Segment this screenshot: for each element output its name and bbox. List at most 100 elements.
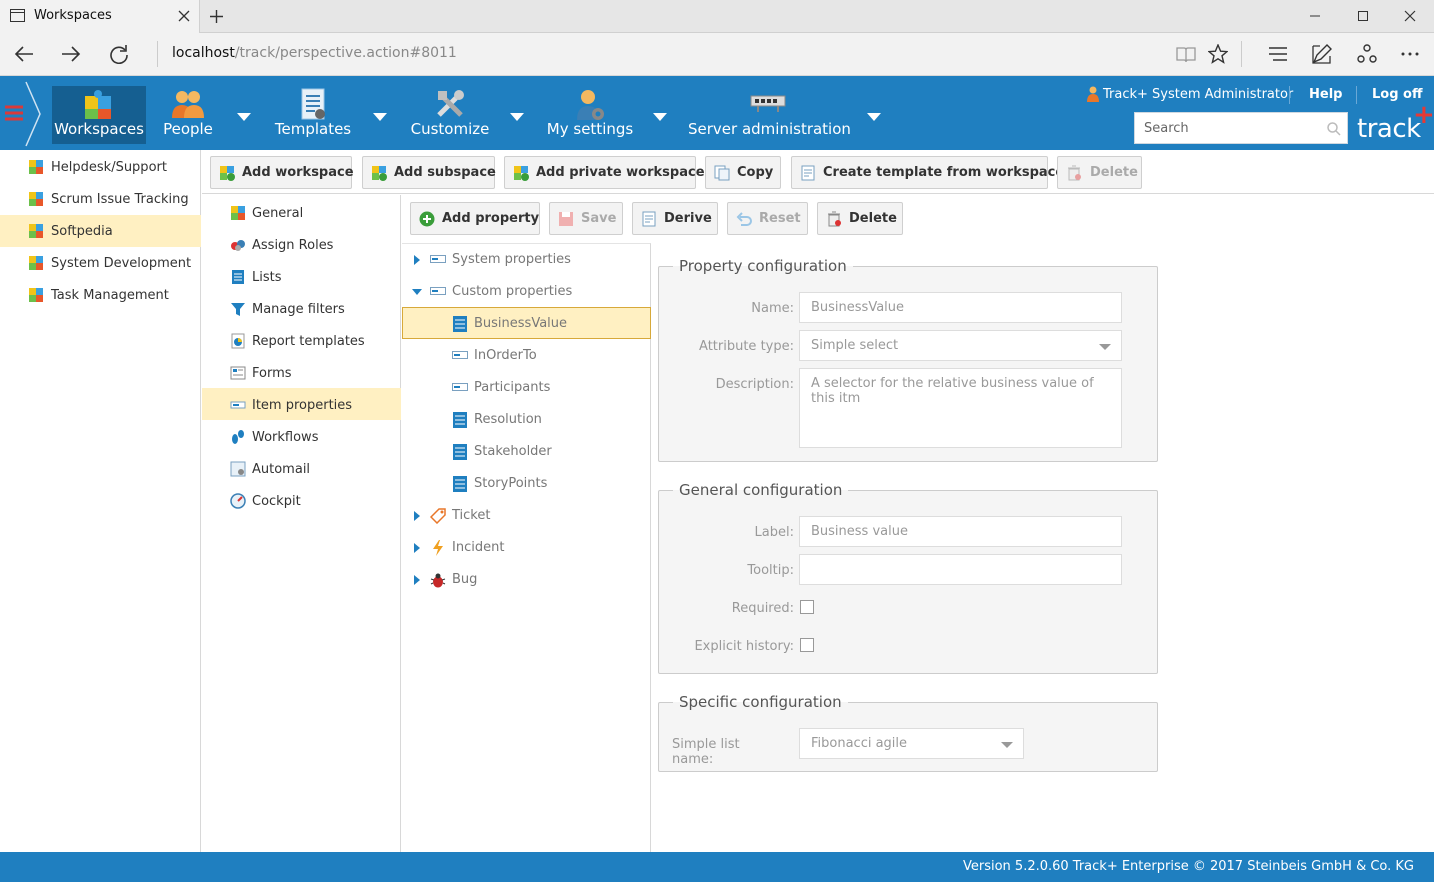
menu-workflows[interactable]: Workflows [202, 420, 401, 452]
nav-server-administration[interactable]: Server administration [688, 86, 851, 144]
nav-customize[interactable]: Customize [406, 86, 494, 144]
server-admin-dropdown-caret[interactable] [867, 113, 881, 121]
tree-node-stakeholder[interactable]: Stakeholder [402, 436, 651, 468]
help-link[interactable]: Help [1309, 87, 1342, 102]
url-host: localhost [172, 45, 235, 61]
properties-icon [430, 255, 446, 263]
tree-node-businessvalue[interactable]: BusinessValue [402, 308, 651, 340]
tree-node-bug[interactable]: Bug [402, 564, 651, 596]
web-note-icon[interactable] [1312, 44, 1332, 64]
add-property-button[interactable]: Add property [410, 202, 540, 235]
delete-workspace-button[interactable]: Delete [1057, 156, 1142, 189]
menu-cockpit[interactable]: Cockpit [202, 484, 401, 516]
nav-people[interactable]: People [158, 86, 218, 144]
label-field[interactable]: Business value [799, 516, 1122, 547]
chevron-down-icon[interactable] [1001, 742, 1013, 748]
menu-report-templates[interactable]: Report templates [202, 324, 401, 356]
template-icon [801, 165, 815, 181]
tree-node-incident[interactable]: Incident [402, 532, 651, 564]
reset-button[interactable]: Reset [727, 202, 808, 235]
copy-button[interactable]: Copy [705, 156, 781, 189]
workspace-item-selected[interactable]: Softpedia [0, 215, 201, 247]
my-settings-dropdown-caret[interactable] [653, 113, 667, 121]
current-user[interactable]: Track+ System Administrator [1103, 87, 1293, 102]
menu-label: Item properties [252, 398, 353, 413]
tree-node-system-properties[interactable]: System properties [402, 244, 651, 276]
address-bar[interactable]: localhost/track/perspective.action#8011 [172, 45, 457, 61]
collapse-arrow-icon[interactable] [412, 289, 422, 295]
configuration-menu: General Assign Roles Lists Manage filter… [202, 195, 401, 852]
browser-tab[interactable]: Workspaces [0, 0, 200, 33]
workspace-item[interactable]: Helpdesk/Support [0, 151, 201, 183]
workspace-item[interactable]: System Development [0, 247, 201, 279]
menu-label: Assign Roles [252, 238, 334, 253]
create-template-button[interactable]: Create template from workspace [791, 156, 1064, 189]
workspace-item[interactable]: Task Management [0, 279, 201, 311]
expand-arrow-icon[interactable] [414, 511, 420, 521]
tree-node-ticket[interactable]: Ticket [402, 500, 651, 532]
templates-dropdown-caret[interactable] [373, 113, 387, 121]
description-field[interactable]: A selector for the relative business val… [799, 368, 1122, 448]
minimize-icon[interactable] [1309, 10, 1321, 22]
menu-lists[interactable]: Lists [202, 260, 401, 292]
nav-templates[interactable]: Templates [270, 86, 356, 144]
tooltip-field[interactable] [799, 554, 1122, 585]
back-icon[interactable] [14, 45, 34, 63]
tree-node-participants[interactable]: Participants [402, 372, 651, 404]
search-box[interactable] [1134, 112, 1348, 144]
search-icon[interactable] [1327, 122, 1341, 136]
menu-forms[interactable]: Forms [202, 356, 401, 388]
workspace-item[interactable]: Scrum Issue Tracking [0, 183, 201, 215]
menu-label: General [252, 206, 304, 221]
simple-list-select[interactable]: Fibonacci agile [799, 728, 1024, 759]
workspace-toolbar: Add workspace Add subspace Add private w… [202, 150, 1434, 194]
more-icon[interactable] [1401, 52, 1419, 56]
tree-node-inorderto[interactable]: InOrderTo [402, 340, 651, 372]
menu-assign-roles[interactable]: Assign Roles [202, 228, 401, 260]
nav-workspaces[interactable]: Workspaces [52, 86, 146, 144]
add-subspace-button[interactable]: Add subspace [362, 156, 496, 189]
refresh-icon[interactable] [109, 44, 129, 64]
expand-arrow-icon[interactable] [414, 255, 420, 265]
nav-my-settings[interactable]: My settings [545, 86, 635, 144]
new-tab-icon[interactable] [209, 9, 224, 24]
delete-property-button[interactable]: Delete [817, 202, 903, 235]
menu-automail[interactable]: Automail [202, 452, 401, 484]
favorite-icon[interactable] [1208, 44, 1228, 64]
customize-dropdown-caret[interactable] [510, 113, 524, 121]
people-dropdown-caret[interactable] [237, 113, 251, 121]
save-button[interactable]: Save [549, 202, 623, 235]
attribute-type-select[interactable]: Simple select [799, 330, 1122, 361]
tree-node-storypoints[interactable]: StoryPoints [402, 468, 651, 500]
derive-button[interactable]: Derive [632, 202, 718, 235]
name-field[interactable]: BusinessValue [799, 292, 1122, 323]
add-private-workspace-button[interactable]: Add private workspace [504, 156, 705, 189]
add-workspace-button[interactable]: Add workspace [210, 156, 354, 189]
menu-manage-filters[interactable]: Manage filters [202, 292, 401, 324]
expand-arrow-icon[interactable] [414, 543, 420, 553]
chevron-down-icon[interactable] [1099, 344, 1111, 350]
tree-node-resolution[interactable]: Resolution [402, 404, 651, 436]
workflow-icon [232, 430, 244, 444]
close-tab-icon[interactable] [178, 10, 190, 22]
workspace-label: Task Management [51, 288, 169, 303]
list-icon [453, 412, 467, 428]
forward-icon[interactable] [61, 45, 81, 63]
required-checkbox[interactable] [800, 600, 814, 614]
share-icon[interactable] [1357, 44, 1377, 64]
close-window-icon[interactable] [1404, 10, 1416, 22]
expand-arrow-icon[interactable] [414, 575, 420, 585]
menu-general[interactable]: General [202, 196, 401, 228]
hub-icon[interactable] [1268, 46, 1288, 62]
app-header: Workspaces People Templates Customize My… [0, 76, 1434, 150]
list-icon [453, 444, 467, 460]
hamburger-menu-icon[interactable] [5, 104, 23, 122]
puzzle-icon [29, 288, 43, 302]
reading-view-icon[interactable] [1176, 46, 1196, 63]
menu-item-properties[interactable]: Item properties [202, 388, 401, 420]
maximize-icon[interactable] [1357, 10, 1369, 22]
logo-plus: + [1413, 100, 1434, 130]
search-input[interactable] [1135, 113, 1315, 143]
tree-node-custom-properties[interactable]: Custom properties [402, 276, 651, 308]
explicit-history-checkbox[interactable] [800, 638, 814, 652]
